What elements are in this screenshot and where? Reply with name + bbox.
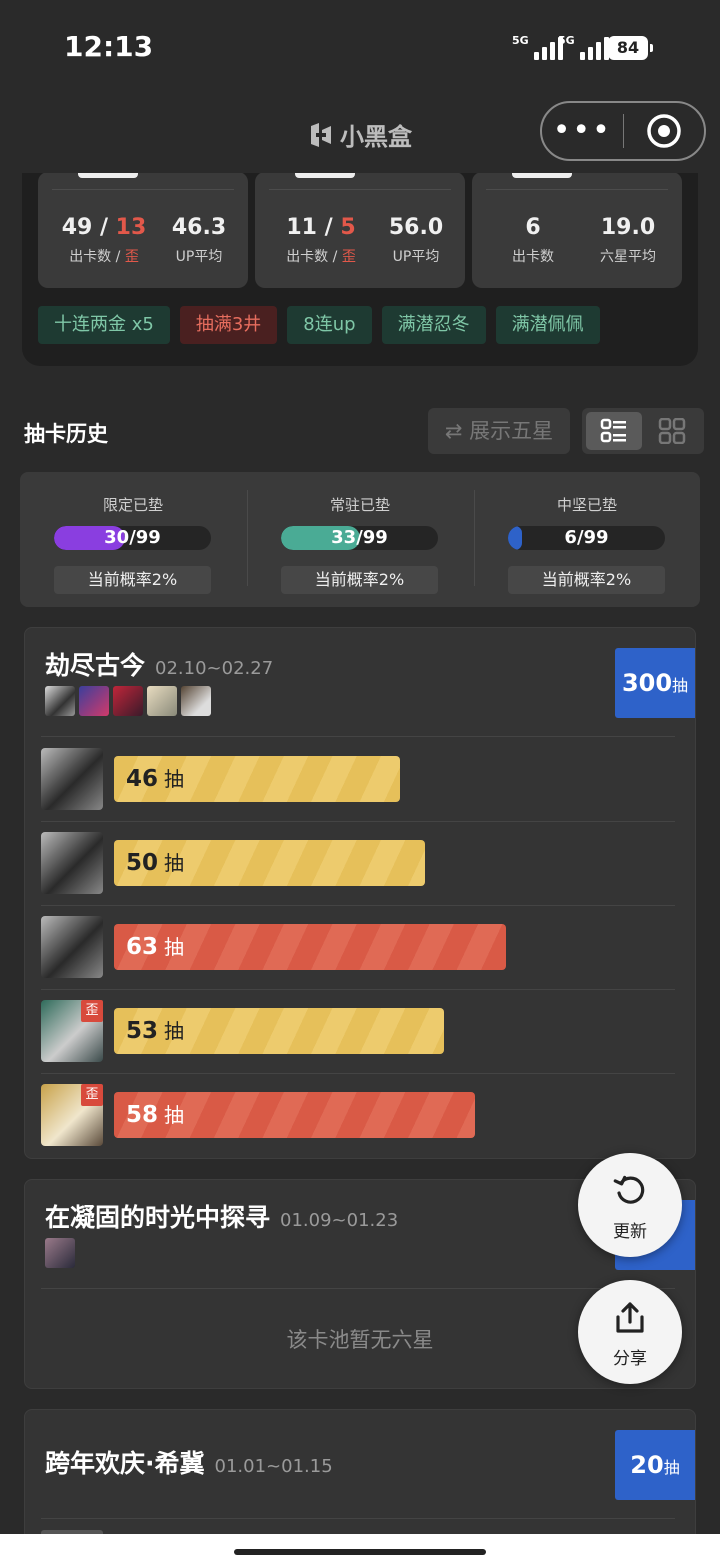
pity-counter-panel: 限定已垫 30/99 当前概率2% 常驻已垫 33/99 当前概率2% 中坚已垫… bbox=[20, 472, 700, 607]
operator-avatar bbox=[45, 1238, 75, 1268]
close-target-icon[interactable] bbox=[624, 113, 705, 149]
clock: 12:13 bbox=[64, 30, 154, 63]
achievement-tags: 十连两金 x5 抽满3井 8连up 满潜忍冬 满潜佩佩 bbox=[38, 306, 600, 344]
refresh-icon bbox=[613, 1175, 645, 1204]
pool-card[interactable]: 跨年欢庆·希冀 01.01~01.15 20抽 bbox=[24, 1409, 696, 1549]
operator-portrait bbox=[41, 916, 103, 978]
pool-total-badge: 300抽 bbox=[615, 648, 695, 718]
pull-row: 歪 53 抽 bbox=[41, 1000, 681, 1062]
nav-bar: 小黑盒 ••• bbox=[0, 95, 720, 173]
pity-standard: 常驻已垫 33/99 当前概率2% bbox=[247, 472, 473, 607]
signal-icon-2: 5G bbox=[558, 34, 609, 60]
signal-icon: 5G bbox=[512, 34, 563, 60]
pool-card[interactable]: 劫尽古今 02.10~02.27 300抽 46 抽 50 抽 63 抽 歪 53 抽 歪… bbox=[24, 627, 696, 1159]
pull-count-bar: 53 抽 bbox=[114, 1008, 444, 1054]
operator-avatar bbox=[147, 686, 177, 716]
tag: 8连up bbox=[287, 306, 372, 344]
operator-portrait bbox=[41, 748, 103, 810]
operator-portrait bbox=[41, 832, 103, 894]
tag: 满潜忍冬 bbox=[381, 306, 486, 344]
pull-row: 63 抽 bbox=[41, 916, 681, 978]
pity-core: 中坚已垫 6/99 当前概率2% bbox=[474, 472, 700, 607]
mini-program-capsule: ••• bbox=[540, 101, 706, 161]
view-toggle bbox=[582, 408, 704, 454]
operator-avatar bbox=[45, 686, 75, 716]
summary-panel: 49 / 13 出卡数 / 歪 46.3 UP平均 11 / 5 出卡数 / 歪… bbox=[22, 160, 698, 366]
pool-operator-avatars bbox=[45, 1238, 75, 1268]
pull-count-bar: 50 抽 bbox=[114, 840, 425, 886]
operator-avatar bbox=[113, 686, 143, 716]
grid-view-button[interactable] bbox=[644, 412, 700, 450]
app-title: 小黑盒 bbox=[340, 123, 412, 151]
history-title: 抽卡历史 bbox=[24, 422, 108, 446]
swap-icon: ⇄ bbox=[444, 419, 463, 443]
pool-operator-avatars bbox=[45, 686, 211, 716]
pull-row: 46 抽 bbox=[41, 748, 681, 810]
off-banner-badge: 歪 bbox=[81, 1000, 103, 1022]
pity-limited: 限定已垫 30/99 当前概率2% bbox=[20, 472, 246, 607]
list-icon bbox=[600, 418, 626, 443]
pull-count-bar: 63 抽 bbox=[114, 924, 506, 970]
pool-name: 在凝固的时光中探寻 01.09~01.23 bbox=[45, 1203, 399, 1232]
pull-count-bar: 46 抽 bbox=[114, 756, 400, 802]
operator-avatar bbox=[181, 686, 211, 716]
grid-icon bbox=[658, 418, 686, 444]
show-five-star-button[interactable]: ⇄ 展示五星 bbox=[428, 408, 570, 454]
tag: 十连两金 x5 bbox=[38, 306, 170, 344]
home-indicator-bar bbox=[0, 1534, 720, 1567]
tag: 抽满3井 bbox=[179, 306, 278, 344]
stat-card-core: 6 出卡数 19.0 六星平均 bbox=[472, 164, 682, 288]
share-button[interactable]: 分享 bbox=[578, 1280, 682, 1384]
pool-total-badge: 20抽 bbox=[615, 1430, 695, 1500]
more-icon[interactable]: ••• bbox=[542, 116, 623, 146]
heybox-icon bbox=[311, 122, 331, 147]
tag: 满潜佩佩 bbox=[495, 306, 600, 344]
app-logo: 小黑盒 bbox=[308, 117, 412, 152]
status-bar: 12:13 5G 5G 84 bbox=[0, 0, 720, 95]
operator-avatar bbox=[79, 686, 109, 716]
pool-name: 跨年欢庆·希冀 01.01~01.15 bbox=[45, 1449, 333, 1478]
battery-icon: 84 bbox=[608, 36, 653, 60]
list-view-button[interactable] bbox=[586, 412, 642, 450]
share-icon bbox=[616, 1302, 644, 1333]
stat-card-limited: 49 / 13 出卡数 / 歪 46.3 UP平均 bbox=[38, 164, 248, 288]
refresh-button[interactable]: 更新 bbox=[578, 1153, 682, 1257]
pull-row: 50 抽 bbox=[41, 832, 681, 894]
history-header: 抽卡历史 ⇄ 展示五星 bbox=[0, 404, 720, 460]
off-banner-badge: 歪 bbox=[81, 1084, 103, 1106]
home-indicator[interactable] bbox=[234, 1549, 486, 1555]
pull-count-bar: 58 抽 bbox=[114, 1092, 475, 1138]
stat-card-standard: 11 / 5 出卡数 / 歪 56.0 UP平均 bbox=[255, 164, 465, 288]
pull-row: 歪 58 抽 bbox=[41, 1084, 681, 1146]
pool-name: 劫尽古今 02.10~02.27 bbox=[45, 651, 274, 680]
